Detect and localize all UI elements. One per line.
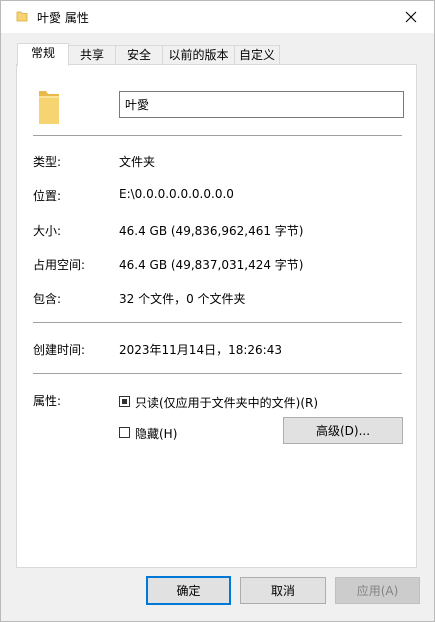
title-bar[interactable]: 叶愛 属性 bbox=[1, 1, 434, 33]
advanced-button[interactable]: 高级(D)... bbox=[283, 417, 403, 444]
cancel-button[interactable]: 取消 bbox=[240, 577, 326, 604]
large-folder-icon bbox=[39, 91, 59, 124]
location-value: E:\0.0.0.0.0.0.0.0.0 bbox=[119, 187, 234, 201]
readonly-checkbox[interactable] bbox=[119, 396, 130, 407]
contains-label: 包含: bbox=[33, 292, 62, 306]
tab-security[interactable]: 安全 bbox=[115, 45, 163, 65]
created-value: 2023年11月14日，18:26:43 bbox=[119, 343, 282, 357]
tab-previous-versions[interactable]: 以前的版本 bbox=[162, 45, 235, 65]
readonly-label[interactable]: 只读(仅应用于文件夹中的文件)(R) bbox=[135, 394, 318, 411]
properties-dialog: 叶愛 属性 常规 共享 安全 以前的版本 自定义 类型: 文件夹 位置: E:\… bbox=[0, 0, 435, 622]
size-value: 46.4 GB (49,836,962,461 字节) bbox=[119, 224, 304, 238]
separator bbox=[33, 373, 402, 374]
type-label: 类型: bbox=[33, 155, 62, 169]
size-label: 大小: bbox=[33, 224, 62, 238]
contains-value: 32 个文件，0 个文件夹 bbox=[119, 292, 246, 306]
location-label: 位置: bbox=[33, 189, 62, 203]
disk-size-label: 占用空间: bbox=[33, 258, 86, 272]
separator bbox=[33, 322, 402, 323]
type-value: 文件夹 bbox=[119, 155, 156, 169]
created-label: 创建时间: bbox=[33, 343, 86, 357]
tab-sharing[interactable]: 共享 bbox=[68, 45, 116, 65]
close-icon bbox=[405, 11, 417, 23]
disk-size-value: 46.4 GB (49,837,031,424 字节) bbox=[119, 258, 304, 272]
attributes-label: 属性: bbox=[33, 394, 62, 408]
tab-general[interactable]: 常规 bbox=[17, 43, 69, 66]
window-title: 叶愛 属性 bbox=[37, 11, 89, 25]
hidden-checkbox[interactable] bbox=[119, 427, 130, 438]
separator bbox=[33, 135, 402, 136]
ok-button[interactable]: 确定 bbox=[146, 576, 231, 605]
folder-icon bbox=[16, 11, 28, 22]
general-panel: 类型: 文件夹 位置: E:\0.0.0.0.0.0.0.0.0 大小: 46.… bbox=[16, 64, 417, 568]
close-button[interactable] bbox=[388, 1, 434, 33]
apply-button[interactable]: 应用(A) bbox=[335, 577, 420, 604]
tab-customize[interactable]: 自定义 bbox=[234, 45, 280, 65]
folder-name-input[interactable] bbox=[119, 91, 404, 118]
hidden-label[interactable]: 隐藏(H) bbox=[135, 425, 177, 442]
